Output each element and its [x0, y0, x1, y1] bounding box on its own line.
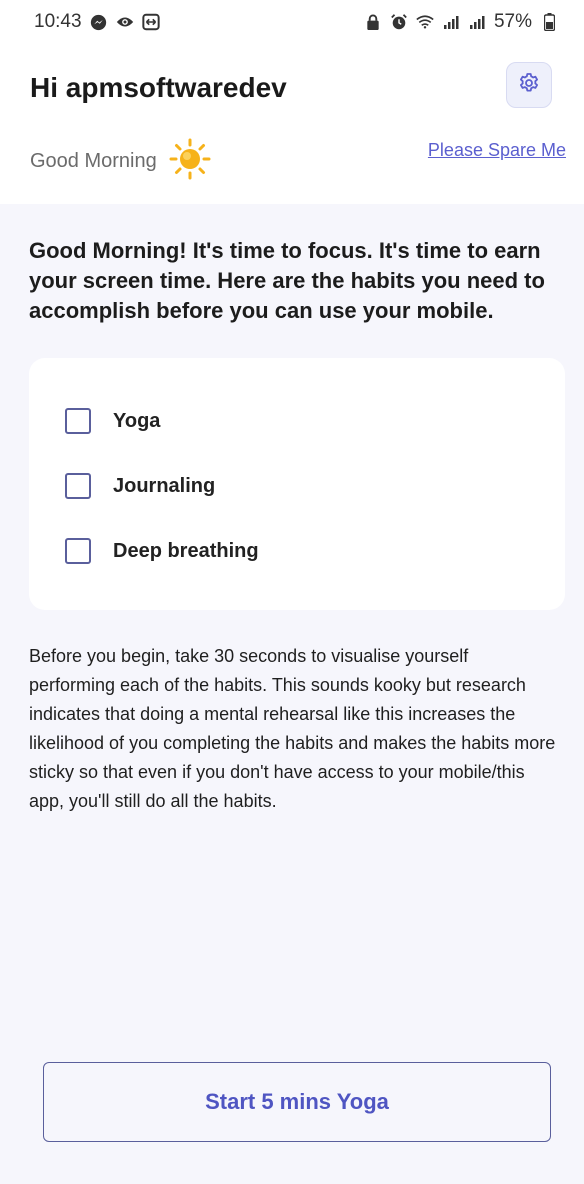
- visualisation-note: Before you begin, take 30 seconds to vis…: [29, 646, 556, 811]
- messenger-icon: [90, 13, 108, 31]
- signal-icon: [442, 13, 460, 31]
- intro-text: Good Morning! It's time to focus. It's t…: [29, 238, 545, 323]
- status-left: 10:43: [34, 11, 160, 33]
- battery-icon: [540, 13, 558, 31]
- wifi-icon: [416, 13, 434, 31]
- habit-label: Journaling: [113, 474, 216, 497]
- habit-checkbox[interactable]: [65, 408, 91, 434]
- habit-checkbox[interactable]: [65, 473, 91, 499]
- screen-mirror-icon: [141, 13, 160, 31]
- alarm-icon: [390, 13, 408, 31]
- lock-icon: [364, 13, 382, 31]
- habit-label: Yoga: [113, 409, 161, 432]
- sun-icon: [169, 138, 211, 185]
- header: Hi apmsoftwaredev Good Morning Please Sp…: [0, 44, 584, 204]
- status-right: 57%: [364, 11, 558, 33]
- habit-list: Yoga Journaling Deep breathing: [29, 358, 565, 610]
- start-yoga-button[interactable]: Start 5 mins Yoga: [43, 1062, 551, 1142]
- subgreeting: Good Morning: [30, 138, 211, 185]
- page-title: Hi apmsoftwaredev: [30, 72, 287, 103]
- habit-item-journaling[interactable]: Journaling: [65, 473, 215, 499]
- habit-label: Deep breathing: [113, 539, 259, 562]
- habit-item-deep-breathing[interactable]: Deep breathing: [65, 538, 259, 564]
- subgreeting-text: Good Morning: [30, 150, 157, 172]
- settings-button[interactable]: [506, 62, 552, 108]
- habit-item-yoga[interactable]: Yoga: [65, 408, 160, 434]
- eye-icon: [116, 13, 134, 31]
- habit-checkbox[interactable]: [65, 538, 91, 564]
- battery-percent: 57%: [493, 11, 532, 32]
- please-spare-me-link[interactable]: Please Spare Me: [428, 140, 566, 161]
- gear-icon: [517, 71, 541, 100]
- status-time: 10:43: [34, 11, 82, 32]
- signal-icon: [468, 13, 486, 31]
- status-bar: 10:43 57%: [0, 0, 584, 44]
